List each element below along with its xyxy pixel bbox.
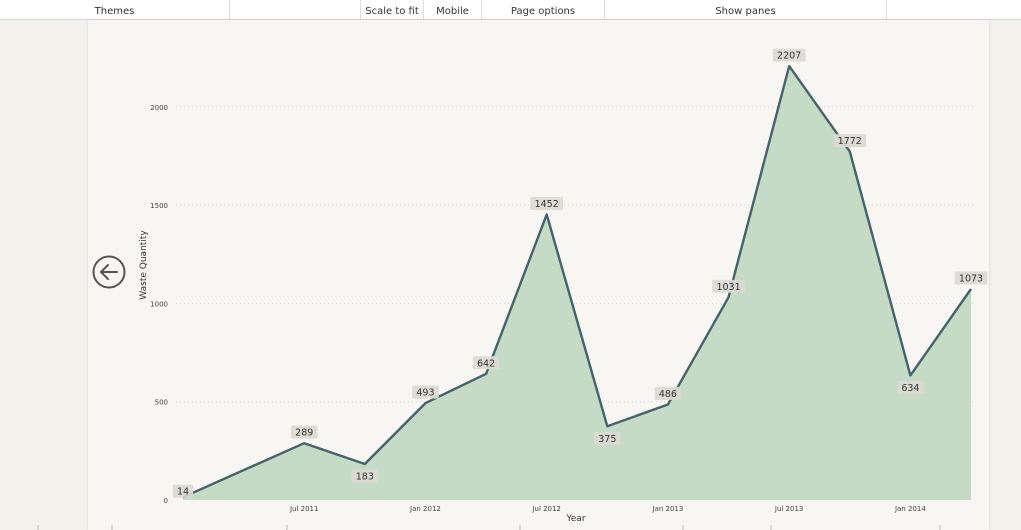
y-axis-ticks: 0 500 1000 1500 2000: [150, 104, 168, 505]
data-label: 289: [295, 428, 313, 439]
data-label: 1031: [716, 282, 740, 293]
y-tick-label: 500: [155, 399, 168, 407]
data-label: 183: [356, 472, 374, 483]
back-arrow-icon: [92, 255, 126, 289]
data-label: 1073: [959, 274, 983, 285]
y-tick-label: 2000: [150, 104, 168, 112]
x-tick-label: Jul 2013: [774, 505, 804, 513]
area-chart: 0500100015002000 Jul 2011 Jan 2012 Jul 201…: [139, 48, 988, 524]
x-tick-label: Jul 2012: [531, 505, 561, 513]
data-label: 1772: [838, 136, 862, 147]
x-tick-label: Jan 2014: [894, 505, 926, 513]
x-axis-title: Year: [565, 514, 585, 524]
x-tick-label: Jan 2012: [409, 505, 441, 513]
data-label: 375: [598, 434, 616, 445]
y-tick-label: 1000: [150, 300, 168, 308]
x-tick-label: Jan 2013: [652, 505, 684, 513]
data-label: 14: [177, 487, 189, 498]
data-label: 486: [659, 389, 677, 400]
back-button[interactable]: [92, 255, 126, 289]
data-label: 1452: [535, 199, 559, 210]
data-label: 634: [901, 383, 919, 394]
y-tick-label: 0: [164, 497, 168, 505]
data-label: 642: [477, 358, 495, 369]
y-tick-label: 1500: [150, 202, 168, 210]
x-axis-ticks: Jul 2011 Jan 2012 Jul 2012 Jan 2013 Jul 2013…: [289, 505, 926, 513]
x-tick-label: Jul 2011: [289, 505, 319, 513]
y-axis-title: Waste Quantity: [139, 230, 149, 300]
data-label: 493: [416, 388, 434, 399]
page-tabs-strip: [37, 525, 941, 530]
data-label: 2207: [777, 51, 801, 62]
